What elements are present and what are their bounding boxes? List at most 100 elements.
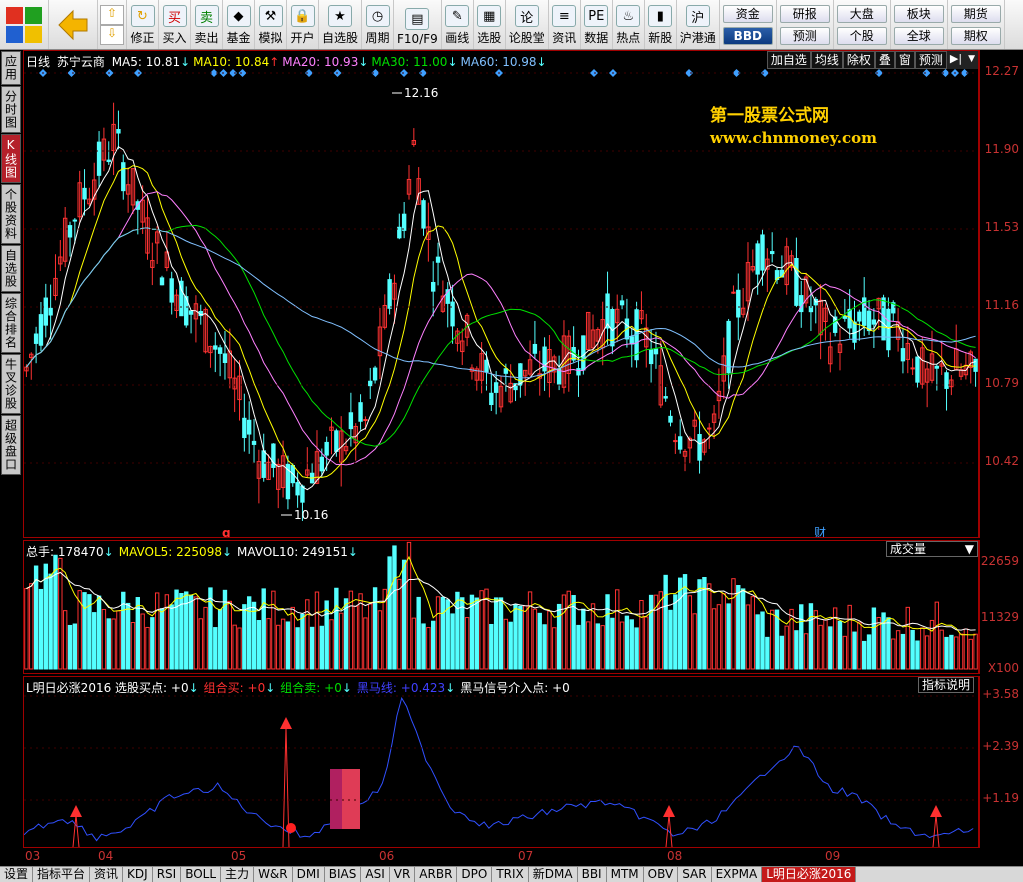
volume-bar xyxy=(421,623,426,670)
sell-button[interactable]: 卖卖出 xyxy=(191,0,223,49)
volume-bar xyxy=(242,604,247,670)
volume-bar xyxy=(629,619,634,670)
candle-body xyxy=(707,427,712,430)
arrow-down-icon[interactable]: ⇩ xyxy=(100,24,124,45)
volume-bar xyxy=(663,574,668,670)
volume-bar xyxy=(639,600,644,670)
tab-DPO[interactable]: DPO xyxy=(457,867,493,882)
volume-bar xyxy=(217,608,223,670)
volume-bar xyxy=(285,621,291,670)
tab-设置[interactable]: 设置 xyxy=(0,867,34,882)
back-arrow-icon xyxy=(58,9,88,41)
volume-bar xyxy=(745,604,751,670)
tab-新DMA[interactable]: 新DMA xyxy=(529,867,578,882)
volume-bar xyxy=(440,596,446,670)
hot-icon: ♨ xyxy=(616,5,641,27)
event-marker-icon xyxy=(400,69,408,77)
pick-button[interactable]: ▦ 选股 xyxy=(474,0,506,49)
indicator-pane[interactable]: L明日必涨2016 选股买点: +0↓ 组合买: +0↓ 组合卖: +0↓ 黑马线: … xyxy=(23,676,979,848)
hot-button[interactable]: ♨ 热点 xyxy=(613,0,645,49)
fund-flow-button[interactable]: 资金 xyxy=(722,4,773,23)
forecast-button[interactable]: 预测 xyxy=(779,26,830,45)
watchlist-button[interactable]: ★ 自选股 xyxy=(319,0,363,49)
tab-指标平台[interactable]: 指标平台 xyxy=(33,867,91,882)
tab-RSI[interactable]: RSI xyxy=(153,867,182,882)
tab-BBI[interactable]: BBI xyxy=(578,867,607,882)
volume-bar xyxy=(290,606,295,670)
draw-button[interactable]: ✎ 画线 xyxy=(442,0,474,49)
volume-pane[interactable]: 总手: 178470↓ MAVOL5: 225098↓ MAVOL10: 24915… xyxy=(23,540,979,674)
tab-ASI[interactable]: ASI xyxy=(361,867,390,882)
volume-bar xyxy=(368,603,373,670)
volume-bar xyxy=(116,610,121,670)
research-button[interactable]: 研报 xyxy=(779,4,830,23)
tab-W&R[interactable]: W&R xyxy=(254,867,293,882)
price-axis: 12.27 11.90 11.53 11.16 10.79 10.42 xyxy=(979,50,1023,538)
newstock-button[interactable]: ▮ 新股 xyxy=(645,0,677,49)
kline-price-pane[interactable]: 日线 苏宁云商 MA5: 10.81↓ MA10: 10.84↑ MA20: 10.… xyxy=(23,50,979,538)
sidebar-tab-3[interactable]: 个股资料 xyxy=(1,184,21,244)
data-button[interactable]: PE 数据 xyxy=(581,0,613,49)
tab-主力[interactable]: 主力 xyxy=(221,867,255,882)
f10-button[interactable]: ▤ F10/F9 xyxy=(394,0,442,49)
tab-L明日必涨2016[interactable]: L明日必涨2016 xyxy=(762,867,857,882)
volume-bar xyxy=(130,621,136,670)
volume-bar xyxy=(213,627,218,670)
app-logo[interactable] xyxy=(0,0,49,49)
buy-button[interactable]: 买买入 xyxy=(159,0,191,49)
sector-button[interactable]: 板块 xyxy=(893,4,944,23)
open-button[interactable]: 🔒 开户 xyxy=(287,0,319,49)
tab-ARBR[interactable]: ARBR xyxy=(415,867,458,882)
candle-body xyxy=(760,234,765,271)
buy-signal-arrow-icon xyxy=(930,805,942,817)
fund-button[interactable]: ◆ 基金 xyxy=(223,0,255,49)
sidebar-tab-5[interactable]: 综合排名 xyxy=(1,293,21,353)
simulate-button[interactable]: ⚒ 模拟 xyxy=(255,0,287,49)
fund-label: 基金 xyxy=(226,31,251,45)
futures-button[interactable]: 期货 xyxy=(950,4,1001,23)
back-button[interactable] xyxy=(49,0,98,49)
sidebar-tab-4[interactable]: 自选股 xyxy=(1,245,21,292)
tab-SAR[interactable]: SAR xyxy=(678,867,712,882)
x-tick-label: 05 xyxy=(231,849,247,863)
stock-button[interactable]: 个股 xyxy=(836,26,887,45)
low-price-label: 10.16 xyxy=(294,508,328,522)
sidebar-tab-7[interactable]: 超级盘口 xyxy=(1,415,21,475)
market-button[interactable]: 大盘 xyxy=(836,4,887,23)
tab-KDJ[interactable]: KDJ xyxy=(123,867,153,882)
draw-label: 画线 xyxy=(445,31,470,45)
tab-VR[interactable]: VR xyxy=(390,867,416,882)
volume-bar xyxy=(261,588,266,670)
global-button[interactable]: 全球 xyxy=(893,26,944,45)
bbd-button[interactable]: BBD xyxy=(722,26,773,45)
options-button[interactable]: 期权 xyxy=(950,26,1001,45)
tab-DMI[interactable]: DMI xyxy=(293,867,325,882)
candle-body xyxy=(842,315,848,319)
forum-button[interactable]: 论论股堂 xyxy=(506,0,549,49)
volume-bar xyxy=(464,617,470,670)
hkconnect-button[interactable]: 沪沪港通 xyxy=(677,0,720,49)
tab-BIAS[interactable]: BIAS xyxy=(325,867,362,882)
tab-MTM[interactable]: MTM xyxy=(607,867,644,882)
sidebar-tab-2[interactable]: K线图 xyxy=(1,134,21,183)
fix-button[interactable]: ↻ 修正 xyxy=(127,0,159,49)
volume-bar xyxy=(460,597,465,670)
volume-bar xyxy=(401,559,407,670)
research-group: 研报 预测 xyxy=(777,0,834,49)
sidebar-tab-1[interactable]: 分时图 xyxy=(1,86,21,133)
candle-body xyxy=(503,368,509,374)
tab-OBV[interactable]: OBV xyxy=(644,867,679,882)
period-button[interactable]: ◷ 周期 xyxy=(362,0,395,49)
tab-BOLL[interactable]: BOLL xyxy=(181,867,222,882)
draw-icon: ✎ xyxy=(445,5,470,27)
stock-terminal-window: ⇧ ⇩ ↻ 修正 买买入卖卖出 ◆ 基金 ⚒ 模拟 🔒 开户 ★ 自选股 ◷ 周期 ▤ F10/F9 ✎ 画… xyxy=(0,0,1023,882)
arrow-up-icon[interactable]: ⇧ xyxy=(100,4,124,25)
tab-TRIX[interactable]: TRIX xyxy=(492,867,529,882)
info-button[interactable]: ≡ 资讯 xyxy=(549,0,581,49)
tab-EXPMA[interactable]: EXPMA xyxy=(712,867,763,882)
y-tick-label: 11.16 xyxy=(984,298,1019,312)
volume-bar xyxy=(53,554,58,670)
sidebar-tab-0[interactable]: 应用 xyxy=(1,51,21,85)
tab-资讯[interactable]: 资讯 xyxy=(90,867,124,882)
sidebar-tab-6[interactable]: 牛叉诊股 xyxy=(1,354,21,414)
